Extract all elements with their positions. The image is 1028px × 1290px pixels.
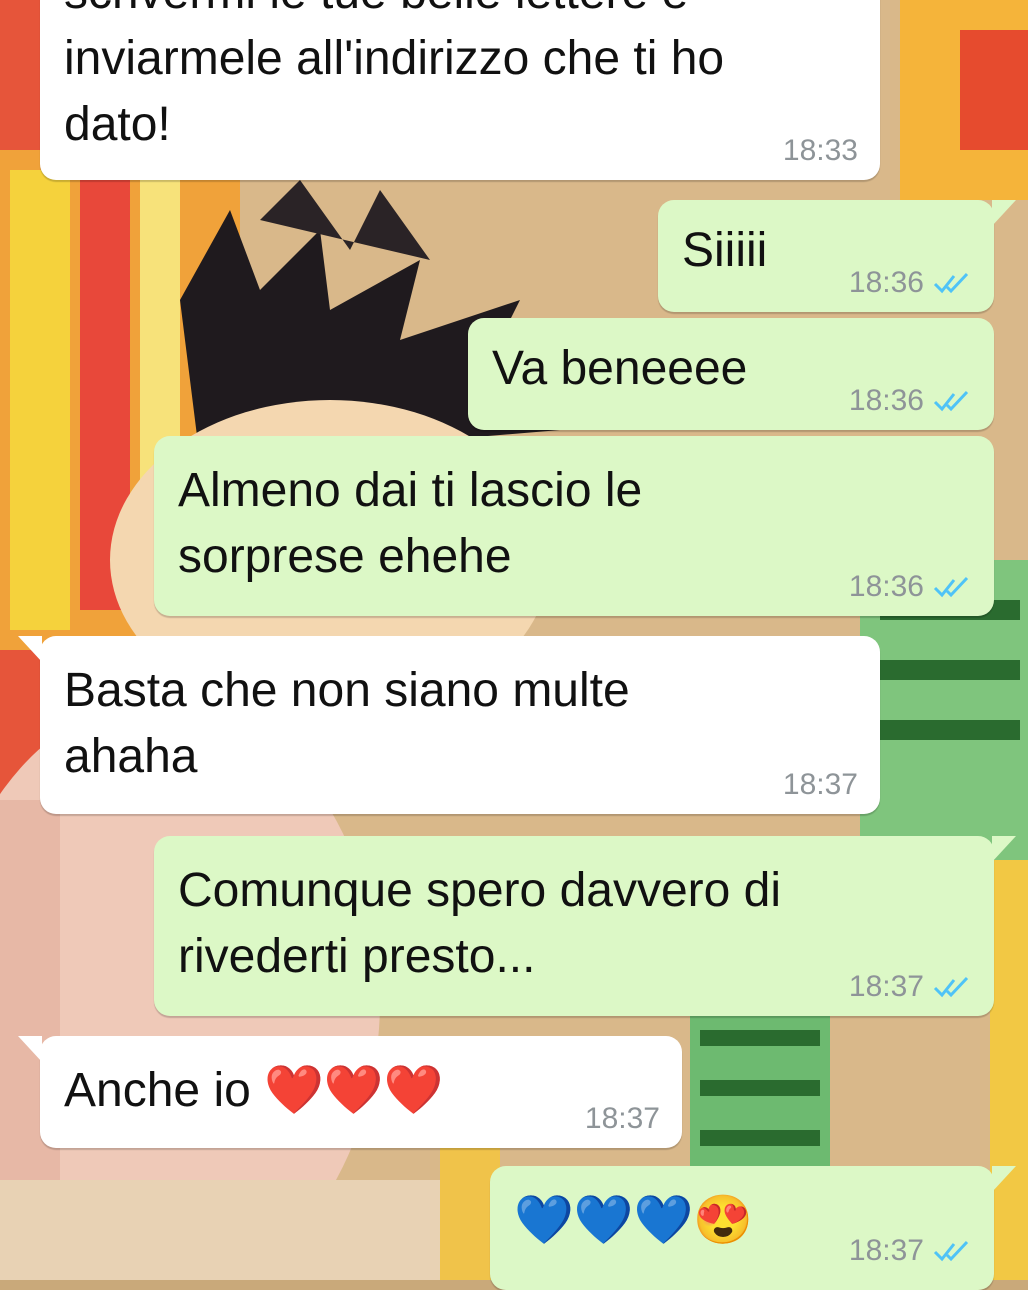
message-text: Siiiii xyxy=(682,224,768,277)
message-text-line: Basta che non siano multe xyxy=(64,664,630,717)
message-time: 18:37 xyxy=(782,768,858,801)
message-time: 18:37 xyxy=(848,970,924,1003)
message-bubble-outgoing[interactable]: Siiiii 18:36 xyxy=(658,200,1016,312)
message-meta: 18:33 xyxy=(783,134,858,168)
message-meta: 18:36 xyxy=(849,266,972,300)
message-time: 18:36 xyxy=(848,384,924,417)
message-time: 18:37 xyxy=(584,1102,660,1135)
double-check-icon xyxy=(933,272,969,294)
message-bubble-outgoing[interactable]: Comunque spero davvero di rivederti pres… xyxy=(154,836,1016,1016)
double-check-icon xyxy=(933,576,969,598)
message-meta: 18:37 xyxy=(585,1102,660,1136)
message-text-line: rivederti presto... xyxy=(178,930,536,983)
message-text-line: Almeno dai ti lascio le xyxy=(178,464,643,517)
message-time: 18:36 xyxy=(848,570,924,603)
message-bubble-outgoing[interactable]: Va beneeee 18:36 xyxy=(468,318,994,430)
message-text-line: scrivermi le tue belle lettere e xyxy=(64,0,688,26)
message-meta: 18:37 xyxy=(849,970,972,1004)
message-text-line: dato! xyxy=(64,98,171,151)
double-check-icon xyxy=(933,976,969,998)
double-check-icon xyxy=(933,1240,969,1262)
message-bubble-incoming[interactable]: scrivermi le tue belle lettere e inviarm… xyxy=(40,0,880,180)
message-text-line: sorprese ehehe xyxy=(178,530,512,583)
message-meta: 18:37 xyxy=(783,768,858,802)
message-bubble-incoming[interactable]: Anche io ❤️❤️❤️ 18:37 xyxy=(18,1036,682,1148)
double-check-icon xyxy=(933,390,969,412)
message-meta: 18:37 xyxy=(849,1234,972,1268)
message-time: 18:36 xyxy=(848,266,924,299)
message-text: Va beneeee xyxy=(492,342,748,395)
message-bubble-outgoing[interactable]: 💙💙💙😍 18:37 xyxy=(490,1166,1016,1290)
message-text-line: Comunque spero davvero di xyxy=(178,864,782,917)
message-time: 18:33 xyxy=(782,134,858,167)
message-text-line: ahaha xyxy=(64,730,198,783)
message-text: Anche io ❤️❤️❤️ xyxy=(64,1064,444,1117)
message-bubble-outgoing[interactable]: Almeno dai ti lascio le sorprese ehehe 1… xyxy=(154,436,994,616)
message-bubble-incoming[interactable]: Basta che non siano multe ahaha 18:37 xyxy=(18,636,880,814)
message-text-line: inviarmele all'indirizzo che ti ho xyxy=(64,32,725,85)
message-time: 18:37 xyxy=(848,1234,924,1267)
message-meta: 18:36 xyxy=(849,384,972,418)
message-text: 💙💙💙😍 xyxy=(514,1194,754,1247)
message-meta: 18:36 xyxy=(849,570,972,604)
